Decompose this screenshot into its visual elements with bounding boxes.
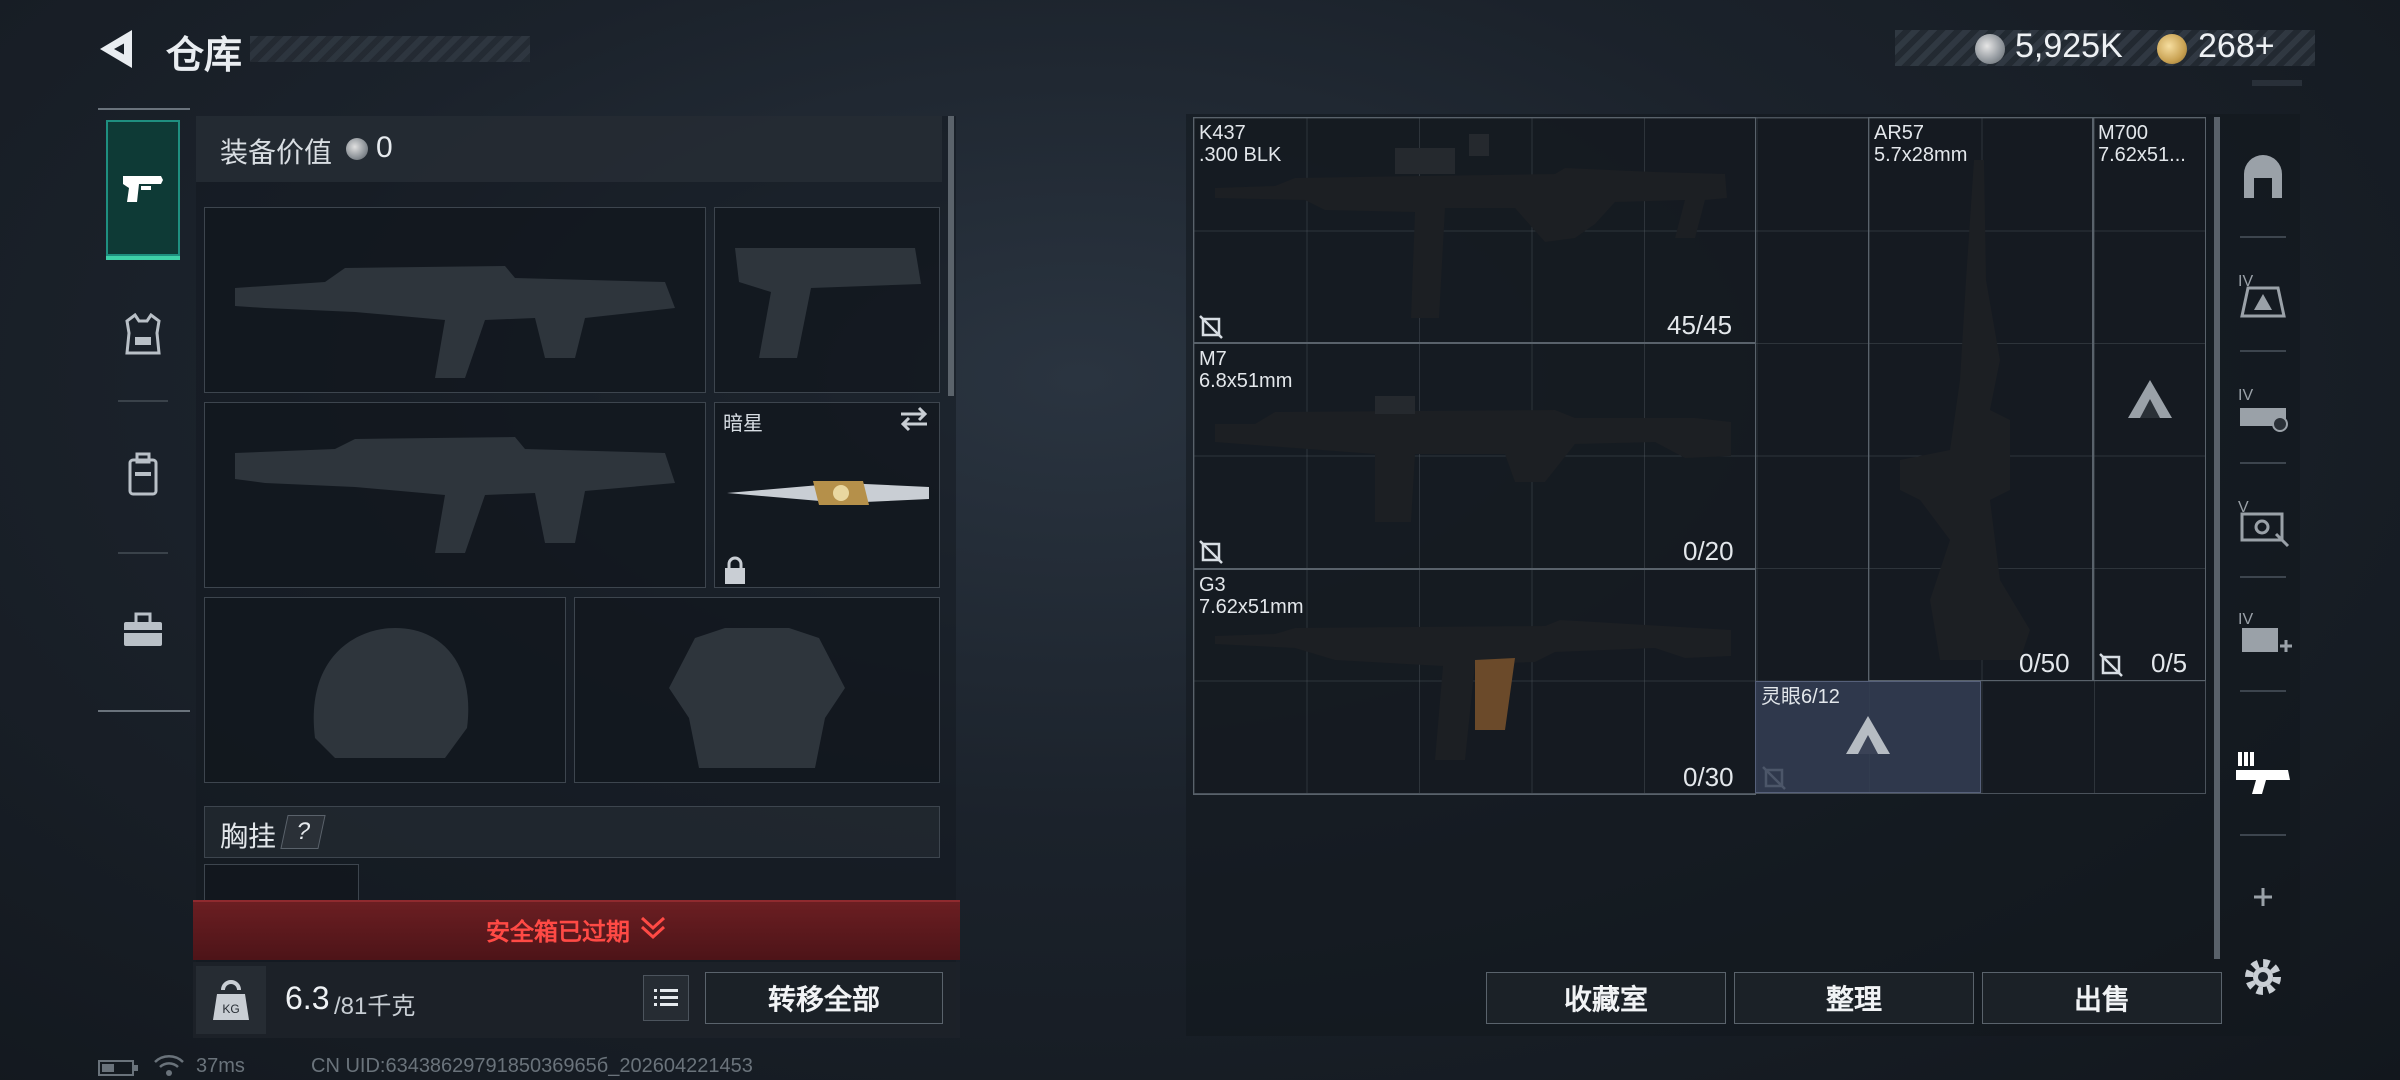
settings-gear-icon[interactable] xyxy=(2232,946,2294,1008)
wifi-icon xyxy=(154,1055,184,1076)
list-view-button[interactable] xyxy=(643,975,689,1021)
body-armor-slot[interactable] xyxy=(574,597,940,783)
kettlebell-icon: KG xyxy=(213,980,249,1020)
max-weight: /81千克 xyxy=(334,993,416,1020)
equipment-value: 0 xyxy=(376,131,393,164)
side-separator xyxy=(2240,834,2286,836)
tab-toolbox[interactable] xyxy=(106,585,180,675)
gold-balance[interactable]: 268+ xyxy=(2198,27,2275,66)
item-name: M7 xyxy=(1199,348,1227,370)
side-separator xyxy=(2240,576,2286,578)
item-durability: 45/45 xyxy=(1667,310,1733,340)
safebox-level-v-icon[interactable]: V xyxy=(2232,490,2294,552)
silver-balance: 5,925K xyxy=(2015,27,2123,65)
pistol-silhouette-icon xyxy=(735,248,921,358)
rifle-silhouette-icon xyxy=(235,266,675,378)
side-separator xyxy=(2240,236,2286,238)
item-durability: 0/20 xyxy=(1683,536,1734,566)
helmet-silhouette-icon xyxy=(313,628,469,758)
swap-arrows-icon[interactable] xyxy=(897,405,931,433)
medkit-level-iv-icon[interactable]: IV xyxy=(2232,602,2294,664)
pistol-icon xyxy=(123,176,163,202)
item-name: G3 xyxy=(1199,574,1226,596)
current-weight: 6.3 xyxy=(285,980,330,1016)
battery-icon xyxy=(98,1060,138,1076)
no-insurance-icon xyxy=(1199,540,1223,564)
loadout-scrollbar[interactable] xyxy=(948,116,954,396)
side-separator xyxy=(2240,462,2286,464)
decoration-mark xyxy=(2252,80,2302,86)
primary-weapon-slot[interactable] xyxy=(204,207,706,393)
item-durability: 0/30 xyxy=(1683,762,1734,792)
tab-separator xyxy=(118,400,168,402)
tab-weapons[interactable] xyxy=(106,120,180,260)
item-ammo: 7.62x51... xyxy=(2098,144,2186,166)
lock-icon xyxy=(725,556,745,584)
armor-silhouette-icon xyxy=(669,628,845,768)
equipment-value-label: 装备价值 xyxy=(220,137,333,168)
double-chevron-down-icon xyxy=(640,916,666,940)
chest-rig-label: 胸挂 xyxy=(220,821,277,852)
svg-text:IV: IV xyxy=(2238,387,2253,404)
armor-vest-icon xyxy=(125,313,161,355)
secondary-weapon-slot[interactable] xyxy=(204,402,706,588)
unknown-item-icon xyxy=(2128,380,2172,418)
stash-scrollbar[interactable] xyxy=(2214,117,2220,959)
weapon-bench-icon[interactable] xyxy=(2232,742,2294,804)
rifle-image xyxy=(1215,396,1731,522)
title-decoration xyxy=(250,36,530,62)
silver-coin-icon xyxy=(1975,34,2005,64)
chest-rig-slot[interactable] xyxy=(204,864,359,904)
collection-room-button[interactable]: 收藏室 xyxy=(1486,972,1726,1024)
side-separator xyxy=(2240,690,2286,692)
armor-level-iv-icon[interactable]: IV xyxy=(2232,264,2294,326)
tab-backpack[interactable] xyxy=(106,430,180,520)
tabs-frame-bottom xyxy=(98,710,190,712)
tab-separator xyxy=(118,552,168,554)
no-insurance-icon xyxy=(2099,653,2123,677)
item-durability: 0/50 xyxy=(2019,648,2070,678)
silver-coin-icon xyxy=(346,138,368,160)
sell-button[interactable]: 出售 xyxy=(1982,972,2222,1024)
knife-image xyxy=(727,481,929,505)
home-arch-icon[interactable] xyxy=(2232,148,2294,210)
safebox-expired-text: 安全箱已过期 xyxy=(486,919,630,946)
sort-button[interactable]: 整理 xyxy=(1734,972,1974,1024)
tabs-frame-top xyxy=(98,108,190,110)
help-icon[interactable]: ? xyxy=(280,815,326,849)
side-separator xyxy=(2240,350,2286,352)
transfer-all-button[interactable]: 转移全部 xyxy=(705,972,943,1024)
pistol-slot[interactable] xyxy=(714,207,940,393)
no-insurance-icon xyxy=(1199,315,1223,339)
melee-item-name: 暗星 xyxy=(723,413,763,435)
vehicle-level-iv-icon[interactable]: IV xyxy=(2232,378,2294,440)
toolbox-icon xyxy=(124,612,162,646)
helmet-slot[interactable] xyxy=(204,597,566,783)
gold-coin-icon xyxy=(2157,34,2187,64)
list-icon xyxy=(654,989,678,1006)
item-name: AR57 xyxy=(1874,122,1925,144)
uid-text: CN UID:6343862979185036965б_202604221453 xyxy=(311,1055,753,1077)
rifle-image-vertical xyxy=(1900,160,2030,660)
kettlebell-unit-text: KG xyxy=(222,1002,239,1016)
add-icon[interactable] xyxy=(2232,866,2294,928)
rifle-image xyxy=(1215,620,1731,760)
page-title: 仓库 xyxy=(166,35,243,77)
tab-armor[interactable] xyxy=(106,290,180,380)
item-durability: 0/5 xyxy=(2151,648,2188,678)
svg-text:IV: IV xyxy=(2238,611,2253,628)
unknown-item-icon xyxy=(1846,716,1890,754)
back-arrow-icon[interactable] xyxy=(96,26,138,72)
backpack-icon xyxy=(128,452,158,496)
ping-text: 37ms xyxy=(196,1055,245,1077)
item-name: M700 xyxy=(2098,122,2149,144)
item-name: 灵眼6/12 xyxy=(1761,686,1840,708)
rifle-image xyxy=(1215,134,1727,318)
rifle-silhouette-icon xyxy=(235,437,675,553)
